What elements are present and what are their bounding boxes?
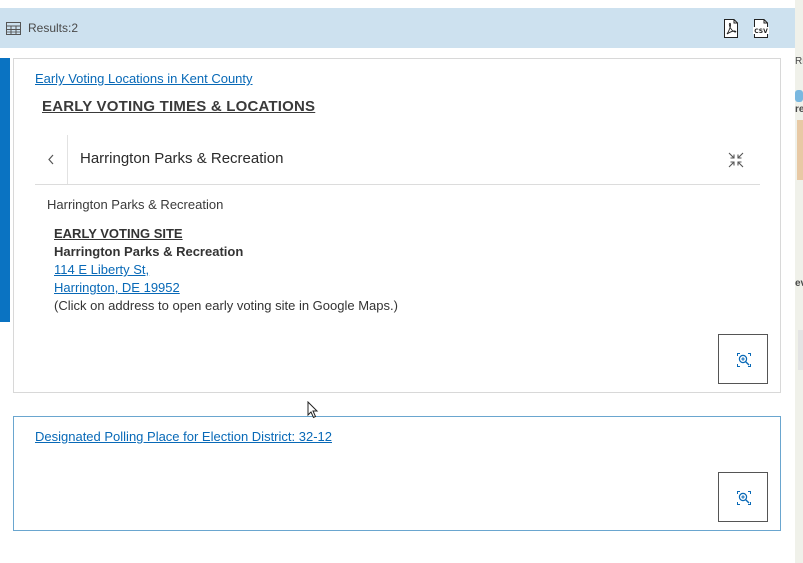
results-count: Results:2 <box>6 21 78 35</box>
zoom-to-button[interactable] <box>718 334 768 384</box>
zoom-to-icon <box>737 491 751 505</box>
chevron-left-icon <box>48 154 54 165</box>
address-link-street[interactable]: 114 E Liberty St, <box>54 261 398 279</box>
feature-title: Harrington Parks & Recreation <box>47 197 224 212</box>
address-link-city[interactable]: Harrington, DE 19952 <box>54 279 398 297</box>
result-card-early-voting[interactable]: Early Voting Locations in Kent County EA… <box>13 58 781 393</box>
selected-indicator <box>0 58 10 322</box>
top-spacer <box>0 0 795 8</box>
map-label: Ri <box>795 56 803 67</box>
popup-heading: EARLY VOTING TIMES & LOCATIONS <box>42 98 316 115</box>
site-note: (Click on address to open early voting s… <box>54 298 398 313</box>
result-card-polling-place[interactable]: Designated Polling Place for Election Di… <box>13 416 781 531</box>
table-icon[interactable] <box>6 21 21 35</box>
map-label: ev <box>795 278 803 289</box>
popup-title: Harrington Parks & Recreation <box>80 150 284 167</box>
svg-text:CSV: CSV <box>754 28 768 35</box>
map-water <box>795 90 803 102</box>
results-label: Results:2 <box>28 21 79 35</box>
popup-header: Harrington Parks & Recreation <box>35 135 760 185</box>
map-road <box>797 120 803 180</box>
zoom-to-icon <box>737 353 751 367</box>
results-header: Results:2 CSV <box>0 8 795 48</box>
pdf-export-icon[interactable] <box>722 19 740 38</box>
csv-export-icon[interactable]: CSV <box>752 19 770 38</box>
map-road <box>798 330 803 370</box>
layer-link-polling-place[interactable]: Designated Polling Place for Election Di… <box>35 429 332 444</box>
site-name: Harrington Parks & Recreation <box>54 244 244 259</box>
map-label: re <box>795 104 803 115</box>
back-button[interactable] <box>35 135 68 184</box>
layer-link-early-voting[interactable]: Early Voting Locations in Kent County <box>35 71 253 86</box>
map-edge[interactable]: Ri re ev <box>795 0 803 563</box>
early-voting-site-info: EARLY VOTING SITE Harrington Parks & Rec… <box>54 225 398 315</box>
site-heading: EARLY VOTING SITE <box>54 226 183 241</box>
mouse-cursor-icon <box>307 401 319 419</box>
zoom-to-button[interactable] <box>718 472 768 522</box>
collapse-icon[interactable] <box>727 151 745 169</box>
